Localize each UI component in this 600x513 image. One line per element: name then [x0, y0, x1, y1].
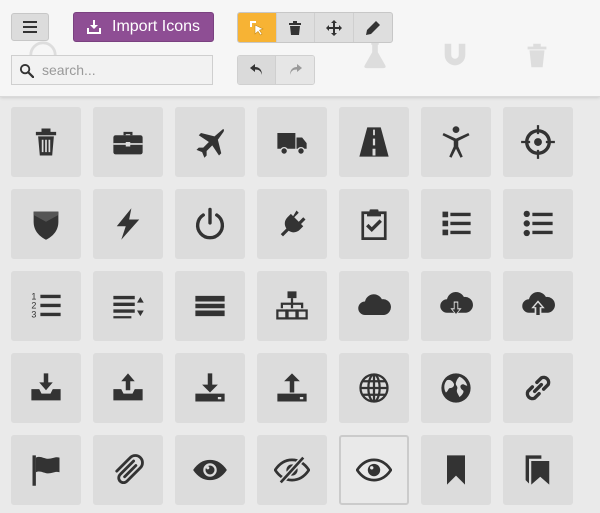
icon-tile-cloud-upload[interactable] [503, 271, 573, 341]
icon-tile-list-sort[interactable] [93, 271, 163, 341]
icon-tile-trash[interactable] [11, 107, 81, 177]
undo-button[interactable] [238, 56, 277, 84]
icon-tile-truck[interactable] [257, 107, 327, 177]
list-icon [442, 211, 471, 236]
trash-ghost-icon [522, 40, 552, 70]
icon-tile-plug[interactable] [257, 189, 327, 259]
icon-tile-upload[interactable] [257, 353, 327, 423]
icon-tile-power[interactable] [175, 189, 245, 259]
icon-tile-eye[interactable] [175, 435, 245, 505]
icon-tile-bookmarks[interactable] [503, 435, 573, 505]
list-numbered-icon: 1 2 3 [31, 291, 61, 319]
icon-tile-sitemap[interactable] [257, 271, 327, 341]
icon-tile-globe-grid[interactable] [339, 353, 409, 423]
cloud-download-icon [440, 292, 473, 315]
accessibility-icon [442, 126, 470, 158]
magnet-icon [440, 40, 470, 70]
bookmark-icon [447, 455, 465, 485]
road-icon [359, 127, 389, 157]
icon-tile-link[interactable] [503, 353, 573, 423]
history-group [237, 55, 315, 85]
pencil-icon [365, 20, 380, 35]
icon-tile-clipboard-check[interactable] [339, 189, 409, 259]
tool-group [237, 12, 393, 43]
import-icons-button[interactable]: Import Icons [73, 12, 214, 42]
icon-tile-shield[interactable] [11, 189, 81, 259]
link-icon [525, 375, 551, 401]
plug-icon [280, 210, 306, 237]
flag-icon [32, 455, 60, 486]
globe-grid-icon [359, 373, 389, 403]
cloud-icon [358, 294, 391, 315]
icon-tile-road[interactable] [339, 107, 409, 177]
globe-earth-icon [441, 373, 471, 403]
icon-tile-lightning[interactable] [93, 189, 163, 259]
tray-upload-icon [113, 373, 143, 401]
search-box[interactable] [11, 55, 213, 85]
icon-tile-cloud-download[interactable] [421, 271, 491, 341]
icon-tile-tray-upload[interactable] [93, 353, 163, 423]
redo-button[interactable] [276, 56, 314, 84]
airplane-icon [196, 129, 224, 158]
flask-icon [360, 40, 390, 70]
tray-download-icon [31, 373, 61, 401]
icon-tile-flag[interactable] [11, 435, 81, 505]
list-bullets-icon [523, 210, 553, 237]
trash-icon [289, 20, 302, 35]
move-arrows-icon [325, 19, 342, 36]
undo-icon [249, 64, 262, 75]
icon-tile-eye-blocked[interactable] [257, 435, 327, 505]
select-tool-button[interactable] [238, 13, 277, 42]
icon-tile-bookmark[interactable] [421, 435, 491, 505]
eye-outline-icon [356, 458, 392, 482]
paperclip-icon [115, 454, 144, 485]
icon-tile-list[interactable] [421, 189, 491, 259]
toolbar: Import Icons [0, 0, 600, 97]
lightning-icon [116, 208, 140, 240]
edit-tool-button[interactable] [354, 13, 392, 42]
sitemap-icon [276, 291, 308, 320]
icon-tile-accessibility[interactable] [421, 107, 491, 177]
bookmarks-icon [525, 455, 550, 485]
icon-tile-tray-download[interactable] [11, 353, 81, 423]
icon-tile-list-numbered[interactable]: 1 2 3 [11, 271, 81, 341]
truck-icon [277, 133, 307, 156]
menu-bars-icon [195, 295, 225, 317]
eye-blocked-icon [274, 455, 310, 485]
svg-text:3: 3 [31, 309, 36, 319]
upload-icon [277, 373, 307, 402]
icon-tile-download[interactable] [175, 353, 245, 423]
icon-tile-eye-outline[interactable] [339, 435, 409, 505]
briefcase-icon [113, 131, 143, 155]
trash-icon [35, 128, 57, 156]
hamburger-icon [23, 21, 37, 33]
import-icon [87, 20, 101, 34]
delete-tool-button[interactable] [277, 13, 315, 42]
icon-tile-airplane[interactable] [175, 107, 245, 177]
icon-grid: 1 2 3 [11, 107, 573, 505]
search-icon [19, 63, 34, 78]
download-icon [195, 373, 225, 402]
move-tool-button[interactable] [315, 13, 354, 42]
search-input[interactable] [40, 61, 204, 79]
clipboard-check-icon [361, 209, 387, 240]
list-sort-icon [113, 295, 144, 319]
shield-icon [33, 211, 59, 240]
eye-icon [193, 459, 227, 481]
icon-tile-paperclip[interactable] [93, 435, 163, 505]
redo-icon [290, 64, 302, 75]
icon-tile-list-bullets[interactable] [503, 189, 573, 259]
target-icon [521, 125, 555, 159]
icon-tile-globe-earth[interactable] [421, 353, 491, 423]
icon-tile-cloud[interactable] [339, 271, 409, 341]
icon-tile-menu-bars[interactable] [175, 271, 245, 341]
select-cursor-icon [249, 20, 264, 35]
menu-button[interactable] [11, 13, 49, 41]
cloud-upload-icon [522, 292, 555, 317]
icon-tile-briefcase[interactable] [93, 107, 163, 177]
icon-tile-target[interactable] [503, 107, 573, 177]
power-icon [195, 207, 225, 240]
import-icons-label: Import Icons [112, 18, 201, 35]
